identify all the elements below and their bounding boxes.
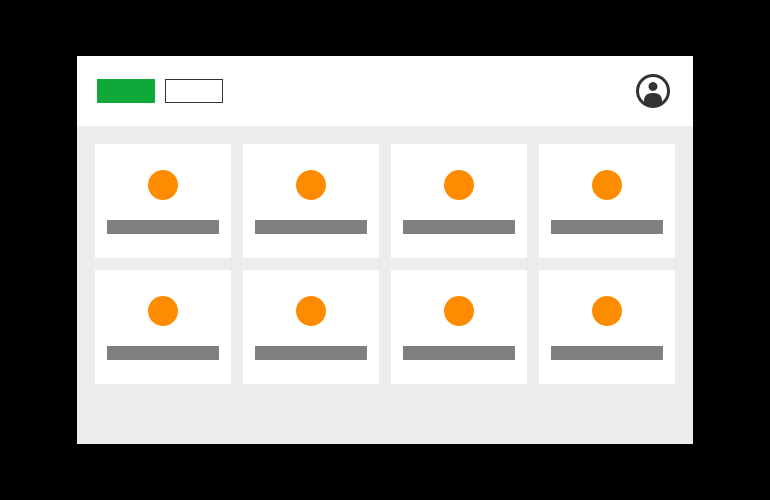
card-thumbnail-icon: [592, 170, 622, 200]
card-item[interactable]: [539, 144, 675, 258]
card-title-placeholder: [403, 346, 515, 360]
tab-active[interactable]: [97, 79, 155, 103]
card-thumbnail-icon: [148, 296, 178, 326]
card-title-placeholder: [403, 220, 515, 234]
app-window: [77, 56, 693, 444]
card-item[interactable]: [95, 144, 231, 258]
card-item[interactable]: [243, 144, 379, 258]
card-item[interactable]: [539, 270, 675, 384]
card-thumbnail-icon: [444, 296, 474, 326]
tab-inactive[interactable]: [165, 79, 223, 103]
card-title-placeholder: [107, 346, 219, 360]
card-thumbnail-icon: [148, 170, 178, 200]
card-thumbnail-icon: [444, 170, 474, 200]
content-area: [77, 126, 693, 444]
user-icon: [635, 73, 671, 109]
card-title-placeholder: [551, 346, 663, 360]
card-thumbnail-icon: [296, 296, 326, 326]
header-bar: [77, 56, 693, 126]
card-title-placeholder: [255, 346, 367, 360]
card-item[interactable]: [391, 270, 527, 384]
user-profile-button[interactable]: [635, 73, 671, 109]
card-grid: [95, 144, 675, 384]
card-item[interactable]: [391, 144, 527, 258]
card-title-placeholder: [551, 220, 663, 234]
card-title-placeholder: [255, 220, 367, 234]
card-item[interactable]: [95, 270, 231, 384]
card-thumbnail-icon: [592, 296, 622, 326]
card-title-placeholder: [107, 220, 219, 234]
card-thumbnail-icon: [296, 170, 326, 200]
card-item[interactable]: [243, 270, 379, 384]
